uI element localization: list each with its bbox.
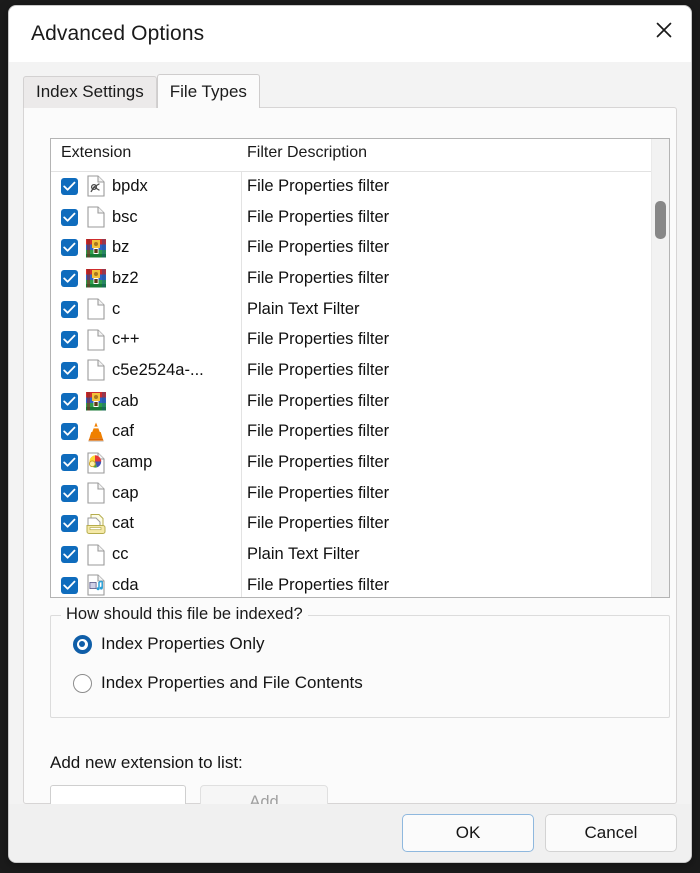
vlc-cone-icon: [85, 421, 107, 443]
filter-description-label: File Properties filter: [247, 176, 390, 195]
filter-description-label: File Properties filter: [247, 330, 390, 349]
table-row[interactable]: cab File Properties filter: [51, 386, 669, 417]
table-row[interactable]: cat File Properties filter: [51, 509, 669, 540]
camtasia-icon: [85, 451, 107, 474]
extension-label: cap: [112, 483, 139, 502]
row-checkbox-checked-icon[interactable]: [61, 300, 78, 318]
table-row[interactable]: caf File Properties filter: [51, 417, 669, 448]
pdf-file-icon: [85, 175, 107, 197]
radio-index-properties-only[interactable]: Index Properties Only: [73, 634, 264, 654]
close-icon[interactable]: [641, 8, 687, 52]
cancel-button[interactable]: Cancel: [545, 814, 677, 852]
blank-file-icon: [85, 359, 107, 382]
extension-label: cda: [112, 575, 139, 594]
filter-description-label: File Properties filter: [247, 514, 390, 533]
filter-description-label: File Properties filter: [247, 453, 390, 472]
row-checkbox-checked-icon[interactable]: [61, 208, 78, 226]
radio-index-properties-and-contents[interactable]: Index Properties and File Contents: [73, 673, 363, 693]
row-checkbox-checked-icon[interactable]: [61, 361, 78, 379]
listview-header: Extension Filter Description: [51, 139, 669, 172]
row-checkbox-checked-icon[interactable]: [61, 392, 78, 410]
dialog-footer: OK Cancel: [9, 804, 691, 862]
archive-icon: [85, 267, 107, 289]
extension-label: bz2: [112, 268, 139, 287]
table-row[interactable]: bsc File Properties filter: [51, 202, 669, 233]
filter-description-label: Plain Text Filter: [247, 545, 360, 564]
column-header-description[interactable]: Filter Description: [247, 144, 367, 162]
table-row[interactable]: c Plain Text Filter: [51, 294, 669, 325]
archive-icon: [85, 390, 107, 412]
filter-description-label: File Properties filter: [247, 575, 390, 594]
table-row[interactable]: bpdx File Properties filter: [51, 171, 669, 202]
dialog-body: Index Settings File Types Extension Filt…: [9, 62, 691, 862]
filter-description-label: File Properties filter: [247, 268, 390, 287]
row-checkbox-checked-icon[interactable]: [61, 484, 78, 502]
extension-label: caf: [112, 422, 135, 441]
table-row[interactable]: cda File Properties filter: [51, 570, 669, 597]
extension-label: bz: [112, 238, 130, 257]
filter-description-label: File Properties filter: [247, 360, 390, 379]
row-checkbox-checked-icon[interactable]: [61, 269, 78, 287]
radio-button-unselected-icon[interactable]: [73, 673, 92, 693]
tab-index-settings[interactable]: Index Settings: [23, 76, 157, 108]
groupbox-legend: How should this file be indexed?: [61, 605, 308, 624]
row-checkbox-checked-icon[interactable]: [61, 423, 78, 441]
row-checkbox-checked-icon[interactable]: [61, 576, 78, 594]
row-checkbox-checked-icon[interactable]: [61, 515, 78, 533]
row-checkbox-checked-icon[interactable]: [61, 454, 78, 472]
table-row[interactable]: cap File Properties filter: [51, 478, 669, 509]
ok-button[interactable]: OK: [402, 814, 534, 852]
filter-description-label: Plain Text Filter: [247, 299, 360, 318]
index-options-groupbox: How should this file be indexed? Index P…: [50, 605, 670, 718]
archive-icon: [85, 237, 107, 259]
extension-label: c5e2524a-...: [112, 360, 204, 379]
filter-description-label: File Properties filter: [247, 391, 390, 410]
extension-label: c++: [112, 330, 140, 349]
page-title: Advanced Options: [31, 22, 205, 45]
extension-label: cat: [112, 514, 135, 533]
row-checkbox-checked-icon[interactable]: [61, 177, 78, 195]
tab-file-types[interactable]: File Types: [156, 74, 260, 108]
scrollbar-thumb[interactable]: [655, 201, 666, 239]
extension-label: cc: [112, 545, 129, 564]
radio-button-selected-icon[interactable]: [73, 634, 92, 654]
tab-panel-file-types: Extension Filter Description bpdx File Pr…: [23, 107, 677, 819]
extension-label: bsc: [112, 207, 138, 226]
extension-label: bpdx: [112, 176, 148, 195]
row-checkbox-checked-icon[interactable]: [61, 239, 78, 257]
catalog-icon: [85, 513, 107, 535]
filter-description-label: File Properties filter: [247, 207, 390, 226]
extension-label: camp: [112, 453, 153, 472]
listview-rows: bpdx File Properties filter bsc File Proper…: [51, 171, 669, 597]
title-bar: Advanced Options: [9, 6, 691, 62]
table-row[interactable]: camp File Properties filter: [51, 447, 669, 478]
row-checkbox-checked-icon[interactable]: [61, 331, 78, 349]
column-header-extension[interactable]: Extension: [61, 144, 131, 162]
blank-file-icon: [85, 482, 107, 504]
radio-label: Index Properties and File Contents: [101, 673, 363, 692]
blank-file-icon: [85, 329, 107, 351]
blank-file-icon: [85, 298, 107, 320]
table-row[interactable]: bz File Properties filter: [51, 232, 669, 263]
blank-file-icon: [85, 206, 107, 228]
radio-label: Index Properties Only: [101, 634, 265, 653]
row-checkbox-checked-icon[interactable]: [61, 546, 78, 564]
file-types-listview[interactable]: Extension Filter Description bpdx File Pr…: [50, 138, 670, 598]
listview-scrollbar[interactable]: [651, 139, 669, 597]
table-row[interactable]: cc Plain Text Filter: [51, 539, 669, 570]
filter-description-label: File Properties filter: [247, 483, 390, 502]
blank-file-icon: [85, 544, 107, 566]
table-row[interactable]: c++ File Properties filter: [51, 324, 669, 355]
add-extension-label: Add new extension to list:: [50, 753, 243, 772]
extension-label: c: [112, 299, 121, 318]
filter-description-label: File Properties filter: [247, 422, 390, 441]
table-row[interactable]: bz2 File Properties filter: [51, 263, 669, 294]
table-row[interactable]: c5e2524a-... File Properties filter: [51, 355, 669, 386]
filter-description-label: File Properties filter: [247, 238, 390, 257]
media-file-icon: [85, 574, 107, 596]
advanced-options-dialog: Advanced Options Index Settings File Typ…: [8, 5, 692, 863]
extension-label: cab: [112, 391, 139, 410]
tabstrip: Index Settings File Types: [23, 74, 260, 108]
